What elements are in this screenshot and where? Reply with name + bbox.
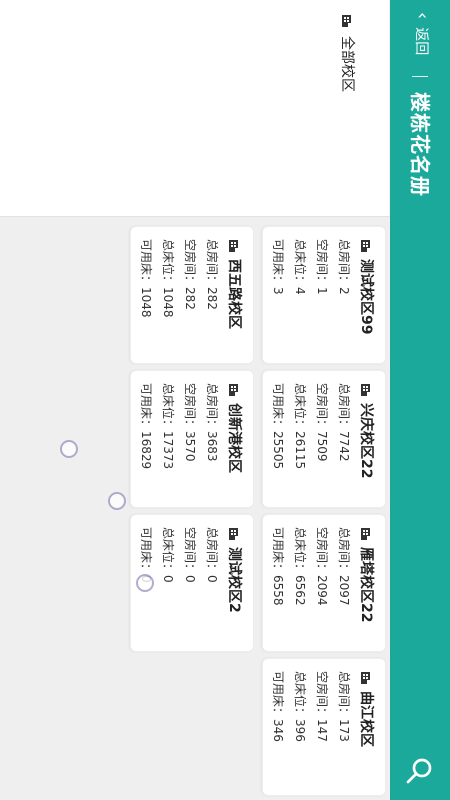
- campus-card[interactable]: 西五路校区 总房间：282 空房间：282 总床位：1048 可用床：1048: [130, 226, 254, 364]
- campus-card-title: 西五路校区: [225, 239, 245, 329]
- total-rooms: 总房间：2: [337, 239, 351, 295]
- campus-card[interactable]: 创新港校区 总房间：3683 空房间：3570 总床位：17373 可用床：16…: [130, 370, 254, 508]
- campus-card-title: 曲江校区: [357, 671, 377, 747]
- filter-panel: 全部校区: [0, 0, 390, 217]
- building-icon: [342, 15, 351, 27]
- building-icon: [229, 384, 238, 396]
- total-rooms: 总房间：173: [337, 671, 351, 742]
- building-icon: [229, 240, 238, 252]
- campus-card-title: 测试校区2: [225, 527, 245, 613]
- campus-name: 创新港校区: [226, 403, 242, 473]
- page-title: 楼栋花名册: [408, 92, 432, 197]
- total-beds: 总床位：6562: [293, 527, 307, 606]
- available-beds: 可用床：346: [271, 671, 285, 742]
- campus-card[interactable]: 测试校区99 总房间：2 空房间：1 总床位：4 可用床：3: [262, 226, 386, 364]
- campus-card-title: 测试校区99: [357, 239, 377, 334]
- campus-card-title: 雁塔校区22: [357, 527, 377, 622]
- total-beds: 总床位：26115: [293, 383, 307, 470]
- empty-rooms: 空房间：2094: [315, 527, 329, 606]
- top-bar: ‹ 返回 楼栋花名册: [390, 0, 450, 800]
- campus-name: 测试校区99: [358, 259, 374, 335]
- touch-indicator: [108, 492, 126, 510]
- empty-rooms: 空房间：3570: [183, 383, 197, 462]
- filter-label: 全部校区: [339, 36, 355, 92]
- empty-rooms: 空房间：147: [315, 671, 329, 742]
- total-rooms: 总房间：2097: [337, 527, 351, 606]
- total-beds: 总床位：4: [293, 239, 307, 295]
- campus-card[interactable]: 曲江校区 总房间：173 空房间：147 总床位：396 可用床：346: [262, 658, 386, 796]
- total-rooms: 总房间：0: [205, 527, 219, 583]
- touch-indicator: [60, 440, 78, 458]
- empty-rooms: 空房间：7509: [315, 383, 329, 462]
- back-label: 返回: [413, 27, 429, 56]
- empty-rooms: 空房间：1: [315, 239, 329, 295]
- campus-card[interactable]: 雁塔校区22 总房间：2097 空房间：2094 总床位：6562 可用床：65…: [262, 514, 386, 652]
- total-rooms: 总房间：7742: [337, 383, 351, 462]
- campus-card-title: 创新港校区: [225, 383, 245, 473]
- total-beds: 总床位：0: [161, 527, 175, 583]
- available-beds: 可用床：6558: [271, 527, 285, 606]
- campus-name: 雁塔校区22: [358, 547, 374, 623]
- filter-item-all-campuses[interactable]: 全部校区: [338, 14, 358, 92]
- touch-indicator: [136, 574, 154, 592]
- campus-name: 曲江校区: [358, 691, 374, 747]
- filter-divider: [389, 0, 390, 216]
- building-icon: [361, 384, 370, 396]
- campus-name: 兴庆校区22: [358, 403, 374, 479]
- available-beds: 可用床：16829: [139, 383, 153, 470]
- empty-rooms: 空房间：282: [183, 239, 197, 310]
- available-beds: 可用床：1048: [139, 239, 153, 318]
- chevron-left-icon: ‹: [412, 12, 433, 20]
- total-beds: 总床位：17373: [161, 383, 175, 470]
- available-beds: 可用床：25505: [271, 383, 285, 470]
- building-icon: [361, 528, 370, 540]
- available-beds: 可用床：3: [271, 239, 285, 295]
- header-separator: [412, 76, 428, 77]
- rotated-stage: ‹ 返回 楼栋花名册 全部校区 测试校区99 总房间：2 空房间：1 总床位：4…: [0, 0, 450, 800]
- campus-card[interactable]: 兴庆校区22 总房间：7742 空房间：7509 总床位：26115 可用床：2…: [262, 370, 386, 508]
- total-beds: 总床位：1048: [161, 239, 175, 318]
- building-icon: [229, 528, 238, 540]
- total-rooms: 总房间：282: [205, 239, 219, 310]
- search-icon[interactable]: [404, 754, 436, 786]
- campus-name: 测试校区2: [226, 547, 242, 613]
- campus-card-title: 兴庆校区22: [357, 383, 377, 478]
- building-icon: [361, 240, 370, 252]
- building-icon: [361, 672, 370, 684]
- total-rooms: 总房间：3683: [205, 383, 219, 462]
- back-button[interactable]: ‹ 返回: [412, 12, 433, 56]
- campus-name: 西五路校区: [226, 259, 242, 329]
- empty-rooms: 空房间：0: [183, 527, 197, 583]
- total-beds: 总床位：396: [293, 671, 307, 742]
